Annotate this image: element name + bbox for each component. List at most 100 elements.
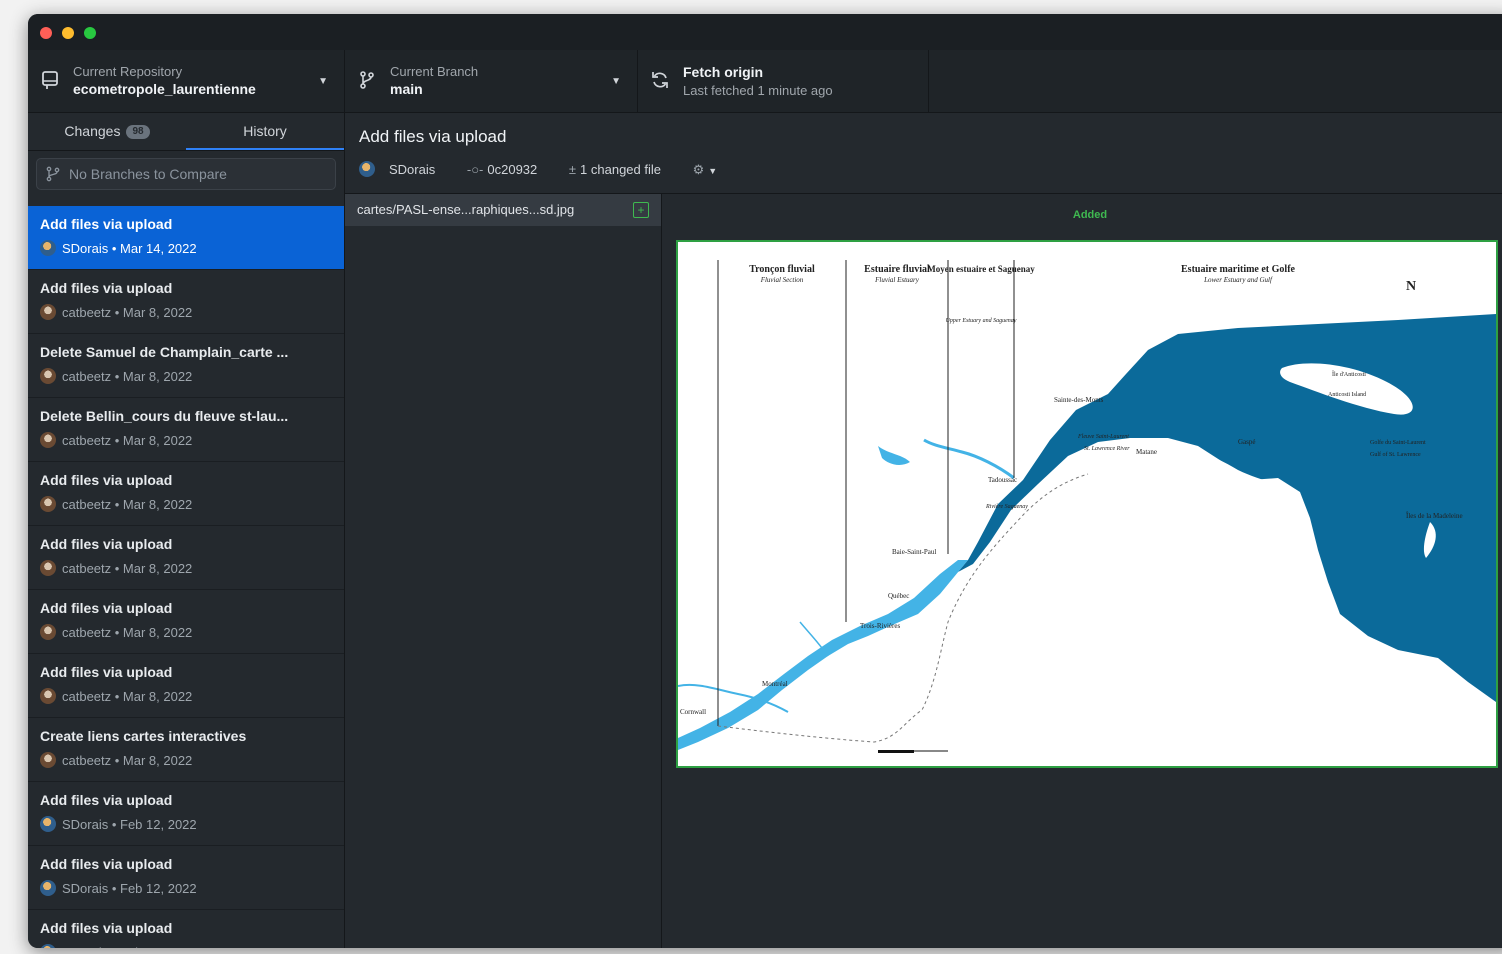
commit-row[interactable]: Delete Bellin_cours du fleuve st-lau... c… [28, 398, 344, 462]
commit-author-name: SDorais [389, 162, 436, 177]
commit-row-author-date: SDorais • Feb 12, 2022 [62, 945, 197, 948]
commit-row-meta: catbeetz • Mar 8, 2022 [40, 688, 192, 708]
commit-row-meta: SDorais • Feb 12, 2022 [40, 944, 197, 948]
map-place-label: Tadoussac [988, 476, 1017, 484]
map-place-label: Îles de la Madeleine [1406, 512, 1463, 520]
chevron-down-icon: ▼ [318, 76, 328, 87]
map-place-label: Gaspé [1238, 438, 1256, 446]
image-preview: Tronçon fluvial Fluvial Section Estuaire… [676, 240, 1498, 768]
commit-row-meta: SDorais • Mar 14, 2022 [40, 240, 197, 260]
commit-row[interactable]: Add files via upload SDorais • Feb 12, 20… [28, 846, 344, 910]
repo-icon [42, 71, 58, 89]
commit-author[interactable]: SDorais [359, 161, 449, 177]
map-section-subtitle: Upper Estuary and Saguenay [946, 318, 1017, 324]
map-section-title: Moyen estuaire et Saguenay [927, 264, 1035, 274]
commit-list: Add files via upload SDorais • Mar 14, 20… [28, 206, 344, 948]
tab-changes[interactable]: Changes 98 [28, 113, 186, 150]
current-repository-button[interactable]: Current Repository ecometropole_laurenti… [28, 50, 345, 112]
map-place-label: Golfe du Saint-Laurent [1370, 439, 1426, 446]
commit-row-meta: catbeetz • Mar 8, 2022 [40, 368, 192, 388]
chevron-down-icon: ▼ [708, 166, 718, 176]
commit-row-author-date: catbeetz • Mar 8, 2022 [62, 305, 193, 320]
zoom-window-button[interactable] [84, 27, 96, 39]
commit-row-meta: catbeetz • Mar 8, 2022 [40, 560, 192, 580]
commit-sha[interactable]: -○- 0c20932 [467, 162, 551, 177]
commit-row-meta: catbeetz • Mar 8, 2022 [40, 432, 192, 452]
map-section-subtitle: Fluvial Estuary [874, 276, 920, 284]
commit-row-title: Create liens cartes interactives [40, 728, 247, 744]
map-section-subtitle: Fluvial Section [760, 276, 804, 284]
minimize-window-button[interactable] [62, 27, 74, 39]
map-place-label: Sainte-des-Monts [1054, 396, 1104, 404]
commit-row-author-date: SDorais • Feb 12, 2022 [62, 881, 197, 896]
commit-row[interactable]: Add files via upload catbeetz • Mar 8, 20… [28, 590, 344, 654]
avatar [40, 304, 56, 320]
commit-row[interactable]: Add files via upload catbeetz • Mar 8, 20… [28, 462, 344, 526]
commit-row[interactable]: Add files via upload catbeetz • Mar 8, 20… [28, 270, 344, 334]
map-place-label: Baie-Saint-Paul [892, 548, 936, 556]
map-place-label: Matane [1136, 448, 1157, 456]
commit-row[interactable]: Create liens cartes interactives catbeetz… [28, 718, 344, 782]
commit-row-title: Delete Bellin_cours du fleuve st-lau... [40, 408, 289, 424]
tab-history[interactable]: History [186, 113, 344, 150]
map-place-label: Trois-Rivières [860, 622, 900, 630]
compare-placeholder: No Branches to Compare [69, 166, 227, 182]
commit-row[interactable]: Add files via upload SDorais • Feb 12, 20… [28, 910, 344, 948]
commit-row-title: Add files via upload [40, 792, 173, 808]
commit-row-author-date: catbeetz • Mar 8, 2022 [62, 689, 193, 704]
commit-row-author-date: catbeetz • Mar 8, 2022 [62, 433, 193, 448]
commit-row[interactable]: Add files via upload catbeetz • Mar 8, 20… [28, 526, 344, 590]
avatar [40, 624, 56, 640]
map-place-label: Gulf of St. Lawrence [1370, 451, 1421, 458]
changed-files: ±1 changed file [569, 162, 675, 177]
title-bar [28, 14, 1502, 50]
commit-row-author-date: catbeetz • Mar 8, 2022 [62, 753, 193, 768]
commit-row-author-date: catbeetz • Mar 8, 2022 [62, 369, 193, 384]
map-image: Tronçon fluvial Fluvial Section Estuaire… [678, 242, 1496, 766]
close-window-button[interactable] [40, 27, 52, 39]
branch-compare-input[interactable]: No Branches to Compare [36, 158, 336, 190]
commit-row-author-date: catbeetz • Mar 8, 2022 [62, 497, 193, 512]
map-section-title: Estuaire fluvial [864, 264, 930, 275]
commit-details: Add files via upload SDorais -○- 0c20932 … [345, 113, 1502, 948]
map-place-label: Fleuve Saint-Laurent [1077, 434, 1129, 440]
commit-row[interactable]: Delete Samuel de Champlain_carte ... catb… [28, 334, 344, 398]
app-window: Current Repository ecometropole_laurenti… [28, 14, 1502, 948]
branch-icon [360, 71, 374, 89]
fetch-origin-button[interactable]: Fetch origin Last fetched 1 minute ago [638, 50, 929, 112]
branch-name: main [390, 81, 423, 97]
commit-row-title: Add files via upload [40, 472, 173, 488]
toolbar: Current Repository ecometropole_laurenti… [28, 50, 1502, 113]
commit-row[interactable]: Add files via upload SDorais • Mar 14, 20… [28, 206, 344, 270]
map-place-label: St. Lawrence River [1084, 446, 1130, 452]
map-section-subtitle: Lower Estuary and Gulf [1203, 276, 1273, 284]
current-branch-button[interactable]: Current Branch main ▼ [345, 50, 638, 112]
sidebar: Changes 98 History No Branches to Compare… [28, 113, 345, 948]
changed-files-list: cartes/PASL-ense...raphiques...sd.jpg + [345, 194, 662, 948]
commit-row-meta: catbeetz • Mar 8, 2022 [40, 304, 192, 324]
commit-row-title: Add files via upload [40, 280, 173, 296]
commit-row-meta: SDorais • Feb 12, 2022 [40, 816, 197, 836]
file-row[interactable]: cartes/PASL-ense...raphiques...sd.jpg + [345, 194, 661, 226]
diff-added-label: Added [1072, 209, 1108, 221]
commit-sha-value: 0c20932 [487, 162, 538, 177]
commit-row[interactable]: Add files via upload catbeetz • Mar 8, 20… [28, 654, 344, 718]
commit-row-title: Add files via upload [40, 600, 173, 616]
commit-row[interactable]: Add files via upload SDorais • Feb 12, 20… [28, 782, 344, 846]
commit-row-title: Add files via upload [40, 664, 173, 680]
commit-row-author-date: SDorais • Mar 14, 2022 [62, 241, 197, 256]
map-section-title: Estuaire maritime et Golfe [1181, 264, 1296, 275]
map-place-label: Rivière Saguenay [985, 504, 1028, 510]
map-section-title: Tronçon fluvial [749, 264, 815, 275]
avatar [40, 496, 56, 512]
file-path: cartes/PASL-ense...raphiques...sd.jpg [357, 202, 575, 217]
changes-count-badge: 98 [126, 125, 150, 139]
north-arrow-icon: N [1406, 279, 1416, 294]
fetch-subtitle: Last fetched 1 minute ago [683, 83, 833, 98]
diff-settings-button[interactable]: ⚙ ▼ [693, 162, 732, 177]
map-place-label: Île d'Anticosti [1332, 370, 1366, 378]
sidebar-tabs: Changes 98 History [28, 113, 344, 151]
chevron-down-icon: ▼ [611, 76, 621, 87]
avatar [40, 368, 56, 384]
avatar [40, 240, 56, 256]
